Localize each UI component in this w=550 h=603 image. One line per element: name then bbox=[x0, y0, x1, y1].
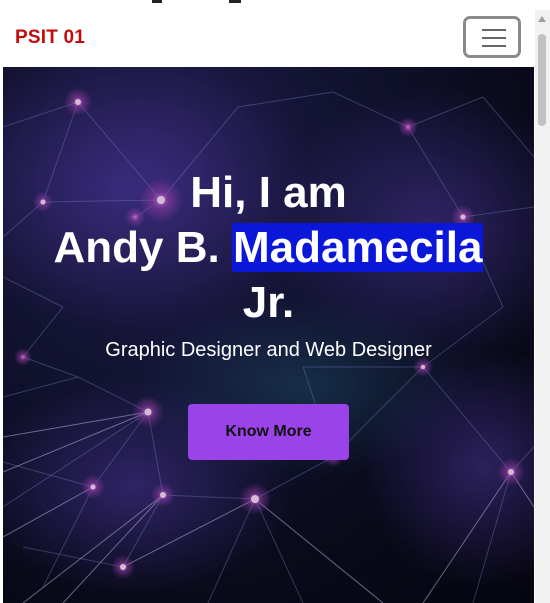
page-viewport: PSIT 01 Hi, I am Andy B. Madamecila Jr. … bbox=[3, 10, 534, 603]
scrollbar-thumb[interactable] bbox=[538, 34, 546, 126]
hamburger-menu-icon-bar bbox=[482, 37, 506, 39]
title-line-3: Jr. bbox=[242, 278, 295, 327]
menu-toggle-button[interactable] bbox=[463, 16, 521, 58]
top-edge bbox=[0, 0, 550, 8]
know-more-button[interactable]: Know More bbox=[188, 404, 349, 460]
browser-frame: PSIT 01 Hi, I am Andy B. Madamecila Jr. … bbox=[0, 0, 550, 603]
hero-title: Hi, I am Andy B. Madamecila Jr. bbox=[3, 165, 534, 330]
network-lines-background bbox=[3, 67, 534, 603]
highlighted-name: Madamecila bbox=[231, 223, 484, 272]
title-line-2-prefix: Andy B. bbox=[53, 223, 232, 272]
hero-section: Hi, I am Andy B. Madamecila Jr. Graphic … bbox=[3, 67, 534, 603]
hero-subtitle: Graphic Designer and Web Designer bbox=[105, 339, 432, 361]
hamburger-menu-icon bbox=[482, 29, 506, 31]
title-line-1: Hi, I am bbox=[190, 168, 347, 217]
page-scrollbar[interactable] bbox=[535, 10, 550, 603]
scroll-up-arrow-icon[interactable] bbox=[538, 16, 546, 22]
brand-logo-text[interactable]: PSIT 01 bbox=[15, 27, 85, 49]
hamburger-menu-icon-bar bbox=[482, 45, 506, 47]
navbar: PSIT 01 bbox=[3, 10, 534, 67]
